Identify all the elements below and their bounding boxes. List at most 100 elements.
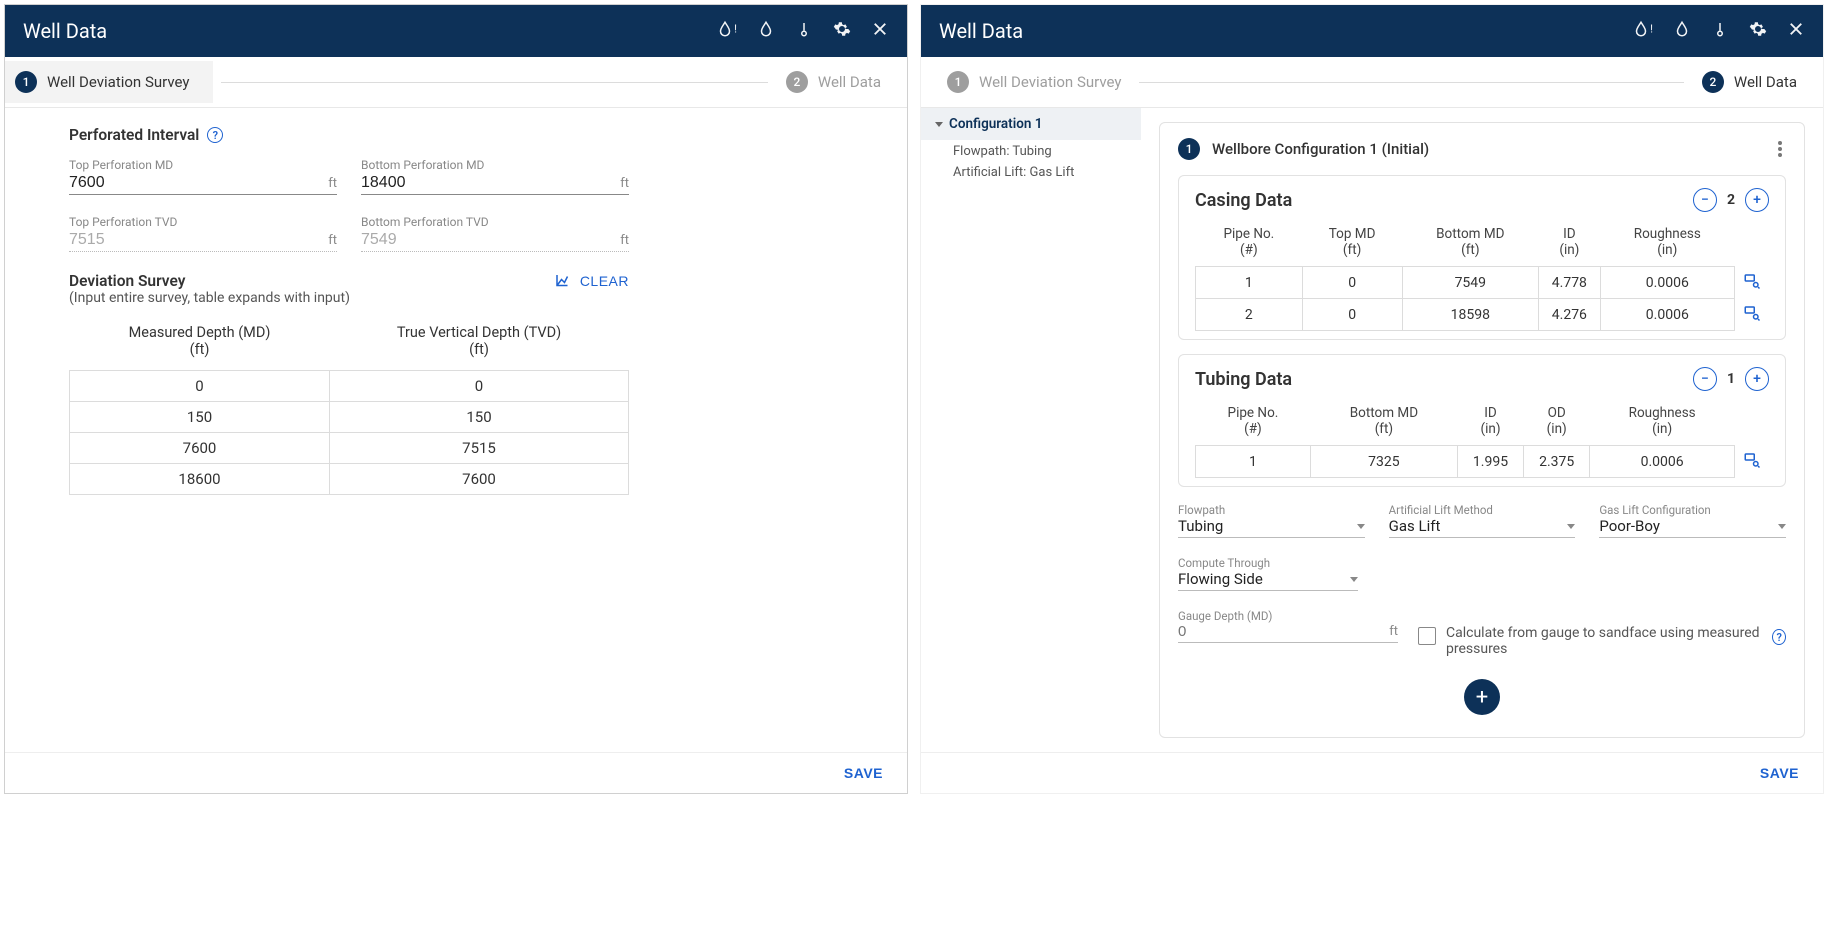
checkbox-label: Calculate from gauge to sandface using m…: [1446, 625, 1762, 657]
step-deviation-survey[interactable]: 1 Well Deviation Survey: [5, 61, 213, 103]
step-well-data[interactable]: 2 Well Data: [1692, 65, 1807, 99]
flowpath-select[interactable]: Flowpath Tubing: [1178, 503, 1365, 538]
save-button[interactable]: SAVE: [1760, 765, 1799, 781]
sidebar-item-configuration[interactable]: Configuration 1: [921, 108, 1141, 140]
bottom-perforation-md-input[interactable]: [361, 174, 614, 192]
step-label: Well Data: [818, 73, 881, 91]
section-title-text: Perforated Interval: [69, 126, 199, 144]
step-label: Well Data: [1734, 73, 1797, 91]
kebab-menu-icon[interactable]: [1774, 137, 1786, 161]
thermometer-icon[interactable]: [1711, 20, 1729, 42]
gear-icon[interactable]: [1749, 20, 1767, 42]
close-icon[interactable]: [1787, 20, 1805, 42]
tubing-count: 1: [1727, 371, 1735, 387]
bottom-perforation-md-field[interactable]: Bottom Perforation MD ft: [361, 158, 629, 195]
gear-icon[interactable]: [833, 20, 851, 42]
thermometer-icon[interactable]: [795, 20, 813, 42]
table-row[interactable]: 76007515: [70, 433, 629, 464]
step-deviation-survey[interactable]: 1 Well Deviation Survey: [937, 65, 1131, 99]
section-title-perforated-interval: Perforated Interval ?: [69, 126, 629, 144]
config-card-title: Wellbore Configuration 1 (Initial): [1212, 140, 1429, 158]
col-id: ID(in): [1539, 222, 1601, 267]
panel-footer: SAVE: [5, 752, 907, 793]
chevron-down-icon: [1350, 577, 1358, 582]
deviation-survey-section: Deviation Survey (Input entire survey, t…: [69, 272, 629, 495]
unit-label: ft: [620, 176, 629, 191]
chart-icon: [554, 272, 572, 290]
tubing-decrement-button[interactable]: −: [1693, 367, 1717, 391]
config-sidebar: Configuration 1 Flowpath: Tubing Artific…: [921, 108, 1141, 752]
gas-lift-config-select[interactable]: Gas Lift Configuration Poor-Boy: [1599, 503, 1786, 538]
select-value: Gas Lift: [1389, 517, 1441, 535]
table-row[interactable]: 20185984.2760.0006: [1196, 299, 1769, 331]
table-row[interactable]: 186007600: [70, 464, 629, 495]
clear-label: CLEAR: [580, 273, 629, 289]
drop-icon[interactable]: [757, 20, 775, 42]
select-label: Compute Through: [1178, 556, 1358, 570]
step-badge: 1: [947, 71, 969, 93]
help-icon[interactable]: ?: [207, 127, 223, 143]
artificial-lift-select[interactable]: Artificial Lift Method Gas Lift: [1389, 503, 1576, 538]
table-row[interactable]: 173251.9952.3750.0006: [1196, 446, 1769, 478]
row-lookup-icon[interactable]: [1743, 457, 1761, 473]
top-perforation-md-input[interactable]: [69, 174, 322, 192]
save-button[interactable]: SAVE: [844, 765, 883, 781]
casing-decrement-button[interactable]: −: [1693, 188, 1717, 212]
compute-through-select[interactable]: Compute Through Flowing Side: [1178, 556, 1358, 591]
table-row[interactable]: 1075494.7780.0006: [1196, 267, 1769, 299]
row-lookup-icon[interactable]: [1743, 310, 1761, 326]
step-badge: 2: [786, 71, 808, 93]
drop-icon[interactable]: [1673, 20, 1691, 42]
chevron-down-icon: [1567, 524, 1575, 529]
stepper-divider: [1139, 82, 1683, 83]
step-label: Well Deviation Survey: [979, 73, 1121, 91]
field-label: Bottom Perforation TVD: [361, 215, 629, 229]
col-pipe-no: Pipe No.(#): [1196, 222, 1303, 267]
field-label: Bottom Perforation MD: [361, 158, 629, 172]
col-pipe-no: Pipe No.(#): [1196, 401, 1311, 446]
top-perforation-md-field[interactable]: Top Perforation MD ft: [69, 158, 337, 195]
sidebar-lift: Artificial Lift: Gas Lift: [921, 161, 1141, 182]
drop-alert-icon[interactable]: !: [1632, 20, 1653, 42]
step-badge: 2: [1702, 71, 1724, 93]
col-md: Measured Depth (MD)(ft): [70, 318, 330, 371]
config-main: 1 Wellbore Configuration 1 (Initial) Cas…: [1141, 108, 1823, 752]
tubing-increment-button[interactable]: +: [1745, 367, 1769, 391]
clear-button[interactable]: CLEAR: [554, 272, 629, 290]
unit-label: ft: [1389, 624, 1398, 639]
help-icon[interactable]: ?: [1772, 629, 1786, 645]
drop-alert-icon[interactable]: !: [716, 20, 737, 42]
casing-increment-button[interactable]: +: [1745, 188, 1769, 212]
gauge-depth-field[interactable]: Gauge Depth (MD) ft: [1178, 609, 1398, 643]
step-badge: 1: [15, 71, 37, 93]
select-label: Artificial Lift Method: [1389, 503, 1576, 517]
table-row[interactable]: 150150: [70, 402, 629, 433]
gauge-depth-input[interactable]: [1178, 623, 1383, 640]
panel-header: Well Data !: [921, 5, 1823, 57]
top-perforation-tvd-field: Top Perforation TVD ft: [69, 215, 337, 252]
panel-footer: SAVE: [921, 752, 1823, 793]
select-value: Flowing Side: [1178, 570, 1263, 588]
stepper-bar: 1 Well Deviation Survey 2 Well Data: [921, 57, 1823, 108]
chevron-down-icon: [1778, 524, 1786, 529]
bottom-perforation-tvd-value: [361, 231, 614, 249]
calculate-checkbox[interactable]: [1418, 627, 1436, 645]
panel-body: Perforated Interval ? Top Perforation MD…: [5, 108, 907, 752]
select-label: Flowpath: [1178, 503, 1365, 517]
well-data-panel-right: Well Data ! 1: [920, 4, 1824, 794]
select-value: Tubing: [1178, 517, 1223, 535]
row-lookup-icon[interactable]: [1743, 278, 1761, 294]
field-label: Top Perforation TVD: [69, 215, 337, 229]
col-roughness: Roughness(in): [1600, 222, 1734, 267]
select-label: Gas Lift Configuration: [1599, 503, 1786, 517]
step-well-data[interactable]: 2 Well Data: [776, 65, 891, 99]
close-icon[interactable]: [871, 20, 889, 42]
tubing-title: Tubing Data: [1195, 369, 1292, 390]
unit-label: ft: [328, 176, 337, 191]
chevron-down-icon: [1357, 524, 1365, 529]
table-row[interactable]: 00: [70, 371, 629, 402]
tubing-table: Pipe No.(#) Bottom MD(ft) ID(in) OD(in) …: [1195, 401, 1769, 478]
add-configuration-button[interactable]: +: [1464, 679, 1500, 715]
wellbore-config-card: 1 Wellbore Configuration 1 (Initial) Cas…: [1159, 122, 1805, 738]
unit-label: ft: [328, 233, 337, 248]
